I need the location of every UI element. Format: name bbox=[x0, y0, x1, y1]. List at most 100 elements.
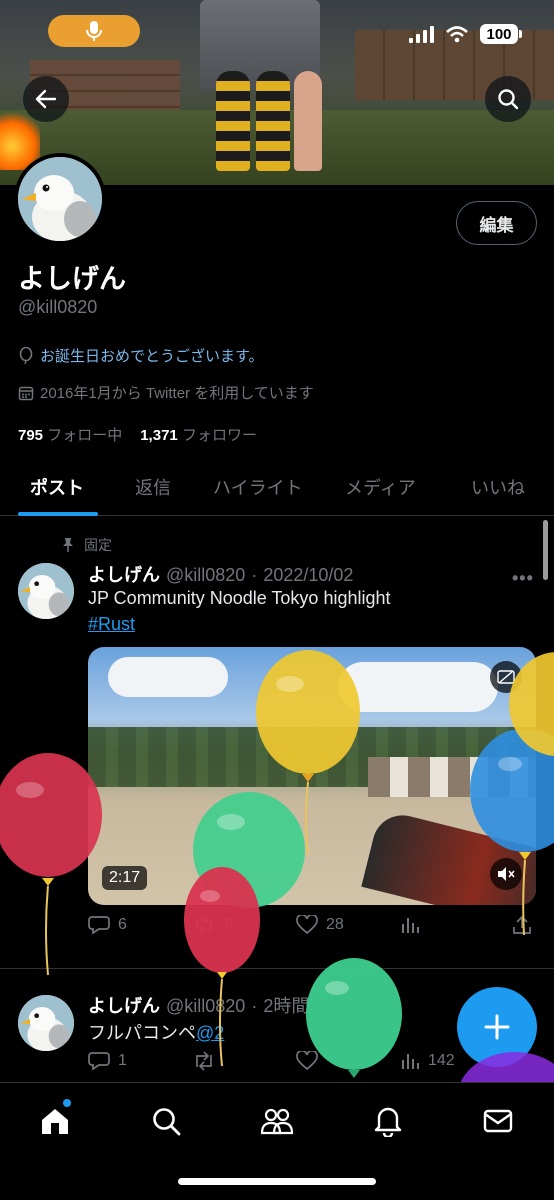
repost-icon bbox=[196, 915, 212, 935]
search-icon bbox=[153, 1108, 181, 1136]
mention-link[interactable]: @2 bbox=[196, 1023, 224, 1043]
like-button[interactable] bbox=[296, 1051, 318, 1071]
profile-avatar[interactable] bbox=[14, 153, 106, 245]
post-text: JP Community Noodle Tokyo highlight bbox=[88, 588, 391, 608]
banner-figure bbox=[256, 71, 290, 171]
pinned-label: 固定 bbox=[84, 537, 112, 553]
views-button[interactable]: 142 bbox=[400, 1051, 455, 1071]
video-duration: 2:17 bbox=[102, 866, 148, 890]
balloon-icon bbox=[19, 346, 33, 364]
post-separator: · bbox=[251, 996, 258, 1016]
pin-icon bbox=[63, 538, 73, 552]
nav-messages[interactable] bbox=[478, 1101, 518, 1141]
microphone-icon bbox=[86, 21, 102, 41]
scrollbar[interactable] bbox=[543, 520, 548, 580]
post-author-handle[interactable]: @kill0820 bbox=[166, 996, 245, 1017]
plus-icon bbox=[484, 1014, 510, 1040]
like-count: 28 bbox=[326, 916, 344, 933]
nav-home[interactable] bbox=[35, 1099, 75, 1141]
home-indicator[interactable] bbox=[178, 1178, 376, 1185]
views-count: 142 bbox=[428, 1052, 455, 1069]
pinned-label-row: 固定 bbox=[60, 535, 112, 555]
repost-button[interactable]: 6 bbox=[192, 915, 233, 935]
post-author-handle[interactable]: @kill0820 bbox=[166, 565, 245, 586]
back-button[interactable] bbox=[23, 76, 69, 122]
hashtag-link[interactable]: #Rust bbox=[88, 614, 135, 635]
tab-media[interactable]: メディア bbox=[345, 474, 416, 500]
bell-icon bbox=[374, 1107, 402, 1137]
envelope-icon bbox=[483, 1109, 513, 1133]
active-tab-indicator bbox=[18, 512, 98, 516]
reply-count: 1 bbox=[118, 1052, 127, 1069]
reply-icon bbox=[88, 916, 110, 935]
post-author-name[interactable]: よしげん bbox=[88, 992, 160, 1018]
tab-replies[interactable]: 返信 bbox=[135, 474, 171, 500]
views-chart-icon bbox=[402, 918, 419, 933]
followers-label: フォロワー bbox=[181, 427, 257, 444]
tab-posts[interactable]: ポスト bbox=[30, 474, 84, 500]
share-button[interactable] bbox=[512, 915, 532, 935]
nav-communities[interactable] bbox=[257, 1101, 297, 1141]
seagull-avatar-icon bbox=[18, 563, 74, 619]
post-avatar[interactable] bbox=[18, 563, 74, 619]
reply-button[interactable]: 1 bbox=[88, 1051, 127, 1071]
banner-figure bbox=[216, 71, 250, 171]
post-time[interactable]: 2022/10/02 bbox=[263, 565, 353, 586]
following-link[interactable]: 795 フォロー中 bbox=[18, 424, 122, 445]
repost-count: 6 bbox=[224, 916, 233, 933]
post-text: フルパコンペ bbox=[88, 1023, 196, 1043]
seagull-avatar-icon bbox=[18, 995, 74, 1051]
video-cloud bbox=[338, 662, 498, 712]
views-chart-icon bbox=[402, 1054, 419, 1069]
birthday-row: お誕生日おめでとうございます。 bbox=[18, 345, 264, 366]
video-scrap bbox=[368, 757, 536, 797]
follow-stats: 795 フォロー中 1,371 フォロワー bbox=[18, 424, 257, 445]
captions-button[interactable] bbox=[490, 661, 522, 693]
profile-tabs: ポスト 返信 ハイライト メディア いいね bbox=[0, 460, 554, 516]
video-cloud bbox=[108, 657, 228, 697]
notification-dot bbox=[63, 1099, 71, 1107]
banner-figure bbox=[294, 71, 322, 171]
reply-button[interactable]: 6 bbox=[88, 915, 127, 935]
post-divider bbox=[0, 968, 554, 969]
post-avatar[interactable] bbox=[18, 995, 74, 1051]
mute-button[interactable] bbox=[490, 858, 522, 890]
post-header: よしげん @kill0820 · 2022/10/02 bbox=[88, 561, 353, 587]
microphone-indicator bbox=[48, 15, 140, 47]
arrow-left-icon bbox=[35, 89, 57, 109]
heart-icon bbox=[296, 915, 318, 935]
edit-profile-button[interactable]: 編集 bbox=[456, 201, 537, 245]
home-icon bbox=[42, 1109, 68, 1134]
followers-count: 1,371 bbox=[140, 427, 178, 444]
compose-post-button[interactable] bbox=[457, 987, 537, 1067]
search-button[interactable] bbox=[485, 76, 531, 122]
nav-notifications[interactable] bbox=[368, 1101, 408, 1141]
nav-search[interactable] bbox=[146, 1101, 186, 1141]
more-options-icon[interactable]: ••• bbox=[512, 568, 534, 589]
reply-count: 6 bbox=[118, 916, 127, 933]
post-separator: · bbox=[251, 565, 258, 585]
calendar-icon bbox=[18, 386, 34, 400]
search-icon bbox=[498, 89, 519, 110]
views-button[interactable] bbox=[400, 915, 420, 935]
seagull-avatar-icon bbox=[18, 157, 102, 241]
tab-likes[interactable]: いいね bbox=[471, 474, 525, 500]
followers-link[interactable]: 1,371 フォロワー bbox=[140, 424, 257, 445]
post-time[interactable]: 2時間 bbox=[263, 992, 309, 1018]
reply-icon bbox=[88, 1052, 110, 1071]
profile-name: よしげん bbox=[18, 264, 126, 294]
repost-button[interactable] bbox=[192, 1051, 216, 1071]
share-icon bbox=[513, 915, 531, 934]
profile-handle: @kill0820 bbox=[18, 297, 98, 317]
following-label: フォロー中 bbox=[47, 427, 123, 444]
wifi-icon bbox=[446, 25, 468, 42]
post-actions: 6 6 28 bbox=[88, 915, 536, 945]
post-video[interactable] bbox=[88, 647, 536, 905]
battery-icon: 100 bbox=[480, 24, 522, 44]
joined-row: 2016年1月から Twitter を利用しています bbox=[18, 382, 314, 403]
tab-highlights[interactable]: ハイライト bbox=[213, 474, 303, 500]
communities-icon bbox=[260, 1108, 294, 1135]
like-button[interactable]: 28 bbox=[296, 915, 344, 935]
birthday-text[interactable]: お誕生日おめでとうございます。 bbox=[40, 345, 264, 366]
post-author-name[interactable]: よしげん bbox=[88, 561, 160, 587]
